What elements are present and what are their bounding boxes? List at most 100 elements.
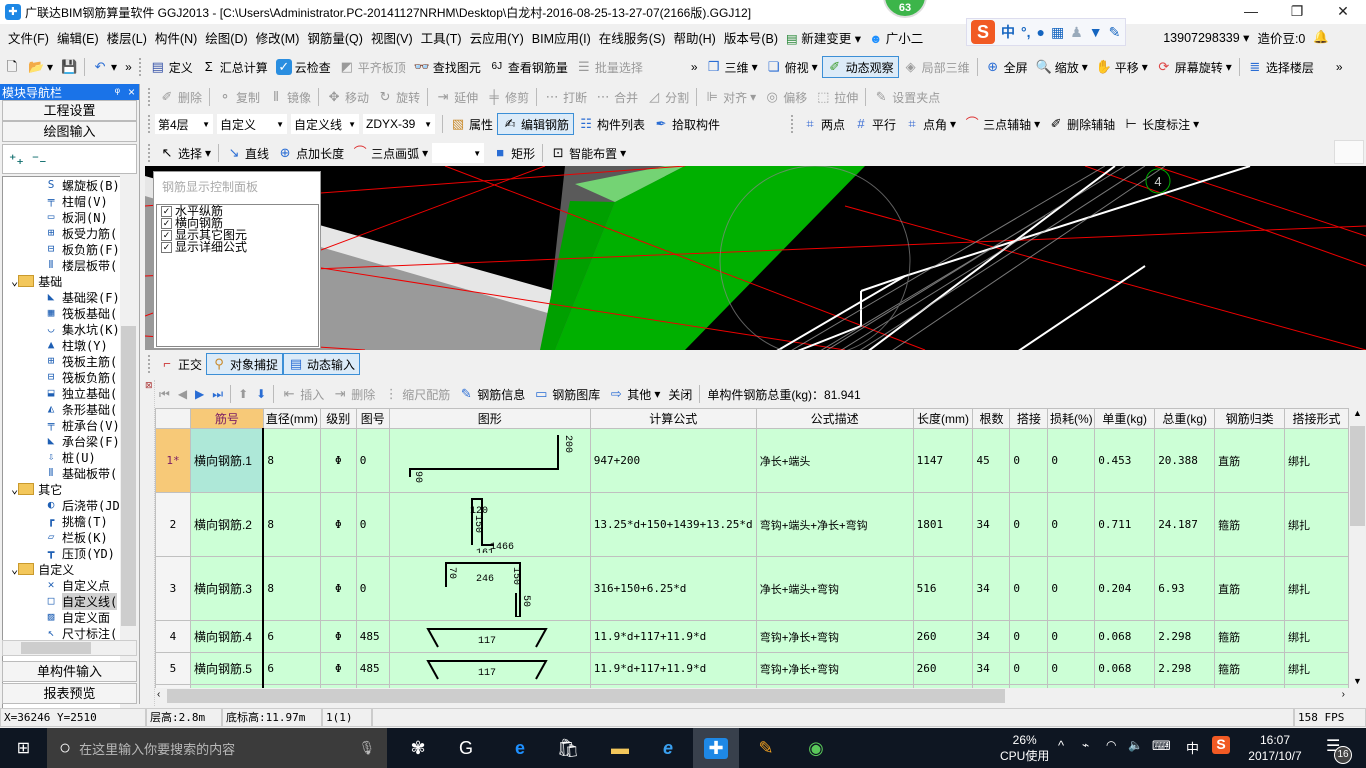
- trim-button[interactable]: ╪ 修剪: [482, 86, 533, 108]
- cell-shape[interactable]: 70 246 150 50: [388, 556, 591, 621]
- tree-item[interactable]: Ⅱ 基础板带(: [3, 465, 121, 481]
- copy-button[interactable]: ⚬ 复制: [213, 86, 264, 108]
- pan-button[interactable]: ✋ 平移 ▾: [1092, 56, 1152, 78]
- column-header[interactable]: 图形: [388, 408, 591, 429]
- cell-unit-weight[interactable]: 0.204: [1094, 556, 1156, 621]
- panel-close-icon[interactable]: ⊠: [145, 380, 154, 391]
- overflow-chevron-2[interactable]: »: [687, 56, 702, 78]
- mic-icon[interactable]: ●: [1037, 24, 1045, 40]
- rectangle-tool-button[interactable]: ■ 矩形: [488, 142, 539, 164]
- grid-panel-grip[interactable]: ⊠: [145, 380, 155, 706]
- scroll-up-icon[interactable]: ▲: [1349, 408, 1366, 418]
- cell-unit-weight[interactable]: 0.068: [1094, 620, 1156, 653]
- expand-chevron-icon[interactable]: ⌄: [11, 274, 18, 288]
- set-grip-button[interactable]: ✎ 设置夹点: [869, 86, 944, 108]
- tree-item[interactable]: ⇩ 桩(U): [3, 449, 121, 465]
- cell-diameter[interactable]: 6: [262, 652, 321, 685]
- assistant-button[interactable]: ☻ 广小二: [865, 28, 927, 47]
- cell-length[interactable]: 260: [912, 620, 974, 653]
- cell-grade[interactable]: Φ: [319, 620, 357, 653]
- cell-figure-no[interactable]: 0: [355, 428, 390, 493]
- insert-row-button[interactable]: ⇤ 插入: [277, 383, 328, 405]
- taskbar-app-store[interactable]: 🛍: [545, 728, 591, 768]
- menu-rebar-qty[interactable]: 钢筋量(Q): [303, 28, 367, 47]
- cell-row-index[interactable]: 5: [155, 652, 191, 685]
- cell-total-weight[interactable]: 2.298: [1154, 620, 1216, 653]
- delete-row-button[interactable]: ⇥ 删除: [328, 383, 379, 405]
- prev-record-button[interactable]: ◀: [174, 383, 191, 405]
- cell-shape[interactable]: 8561201501611466: [388, 492, 591, 557]
- expand-chevron-icon[interactable]: ⌄: [11, 482, 18, 496]
- toolbar-grip[interactable]: [148, 355, 152, 373]
- tree-item[interactable]: ╤ 柱帽(V): [3, 193, 121, 209]
- tree-item[interactable]: ◭ 条形基础(: [3, 401, 121, 417]
- cell-loss[interactable]: 0: [1047, 556, 1096, 621]
- zoom-button[interactable]: 🔍 缩放 ▾: [1032, 56, 1092, 78]
- single-input-button[interactable]: 单构件输入: [2, 661, 137, 682]
- cell-figure-no[interactable]: 485: [355, 620, 390, 653]
- column-header[interactable]: 级别: [319, 408, 357, 429]
- project-settings-button[interactable]: 工程设置: [2, 100, 137, 121]
- cell-count[interactable]: 34: [972, 620, 1011, 653]
- cell-formula[interactable]: 13.25*d+150+1439+13.25*d: [589, 492, 757, 557]
- ime-indicator[interactable]: 中: [1186, 738, 1199, 757]
- tree-item[interactable]: ◐ 后浇带(JD: [3, 497, 121, 513]
- grid-hscroll-thumb[interactable]: [167, 689, 1005, 703]
- column-header[interactable]: [155, 408, 191, 429]
- cell-rebar-name[interactable]: 横向钢筋.3: [189, 556, 265, 621]
- next-record-button[interactable]: ▶: [191, 383, 208, 405]
- tree-item[interactable]: ⊟ 板负筋(F): [3, 241, 121, 257]
- cell-rebar-name[interactable]: 横向钢筋.4: [189, 620, 265, 653]
- column-header[interactable]: 筋号: [189, 408, 264, 429]
- batch-select-button[interactable]: ☰ 批量选择: [572, 56, 647, 78]
- checkbox-checked-icon[interactable]: ✓: [161, 241, 172, 253]
- grid-vscroll[interactable]: ▲ ▼: [1349, 408, 1366, 704]
- rebar-info-button[interactable]: ✎ 钢筋信息: [454, 383, 529, 405]
- tree-hscroll[interactable]: [2, 640, 137, 656]
- checkbox-checked-icon[interactable]: ✓: [161, 217, 172, 229]
- cell-rebar-name[interactable]: 横向钢筋.1: [189, 428, 265, 493]
- find-element-button[interactable]: 👓 查找图元: [410, 56, 485, 78]
- cell-rebar-category[interactable]: 直筋: [1214, 428, 1286, 493]
- sogou-tray-icon[interactable]: S: [1212, 736, 1230, 754]
- column-header[interactable]: 公式描述: [755, 408, 914, 429]
- new-file-button[interactable]: 🗋: [0, 56, 24, 78]
- cell-total-weight[interactable]: 24.187: [1154, 492, 1216, 557]
- cell-diameter[interactable]: 6: [262, 620, 321, 653]
- table-row[interactable]: 4 横向钢筋.4 6 Φ 485 117 11.9*d+117+11.9*d 弯钩+净长+弯钩…: [155, 620, 1349, 653]
- cell-loss[interactable]: 0: [1047, 620, 1096, 653]
- skin-icon[interactable]: ▼: [1089, 24, 1103, 40]
- two-point-button[interactable]: ⌗ 两点: [798, 113, 849, 135]
- split-button[interactable]: ◿ 分割: [642, 86, 693, 108]
- ortho-toggle[interactable]: ⌐ 正交: [155, 353, 206, 375]
- cell-formula-desc[interactable]: 弯钩+净长+弯钩: [755, 652, 914, 685]
- mirror-button[interactable]: ⫴ 镜像: [264, 86, 315, 108]
- dynamic-input-toggle[interactable]: ▤ 动态输入: [283, 353, 361, 375]
- scroll-down-icon[interactable]: ▼: [1349, 676, 1366, 686]
- category-select[interactable]: 自定义 ▼: [217, 114, 287, 134]
- toolbar-grip[interactable]: [138, 58, 143, 76]
- cell-row-index[interactable]: 2: [155, 492, 191, 557]
- 3d-viewport[interactable]: 4: [145, 166, 1366, 350]
- column-header[interactable]: 损耗(%): [1047, 408, 1096, 429]
- cell-lap-type[interactable]: 绑扎: [1284, 556, 1349, 621]
- cell-shape[interactable]: 200 90: [388, 428, 591, 493]
- cell-diameter[interactable]: 8: [262, 492, 321, 557]
- grid-hscroll[interactable]: ‹ ›: [155, 688, 1349, 704]
- taskbar-app-notes[interactable]: ✎: [743, 728, 789, 768]
- cell-loss[interactable]: 0: [1047, 492, 1096, 557]
- cell-lap-type[interactable]: 绑扎: [1284, 492, 1349, 557]
- cell-loss[interactable]: 0: [1047, 652, 1096, 685]
- point-angle-button[interactable]: ⌗ 点角 ▾: [900, 113, 960, 135]
- pick-component-button[interactable]: ✒ 拾取构件: [649, 113, 724, 135]
- taskbar-app-explorer[interactable]: ▬: [597, 728, 643, 768]
- toolbar-grip-right[interactable]: [1334, 140, 1364, 164]
- cell-row-index[interactable]: 4: [155, 620, 191, 653]
- align-slab-top-button[interactable]: ◩ 平齐板顶: [335, 56, 410, 78]
- cell-length[interactable]: 1801: [912, 492, 974, 557]
- local-3d-button[interactable]: ◈ 局部三维: [899, 56, 974, 78]
- cell-total-weight[interactable]: 2.298: [1154, 652, 1216, 685]
- length-dim-button[interactable]: ⊢ 长度标注 ▾: [1119, 113, 1203, 135]
- menu-version[interactable]: 版本号(B): [720, 28, 782, 47]
- extend-button[interactable]: ⇥ 延伸: [431, 86, 482, 108]
